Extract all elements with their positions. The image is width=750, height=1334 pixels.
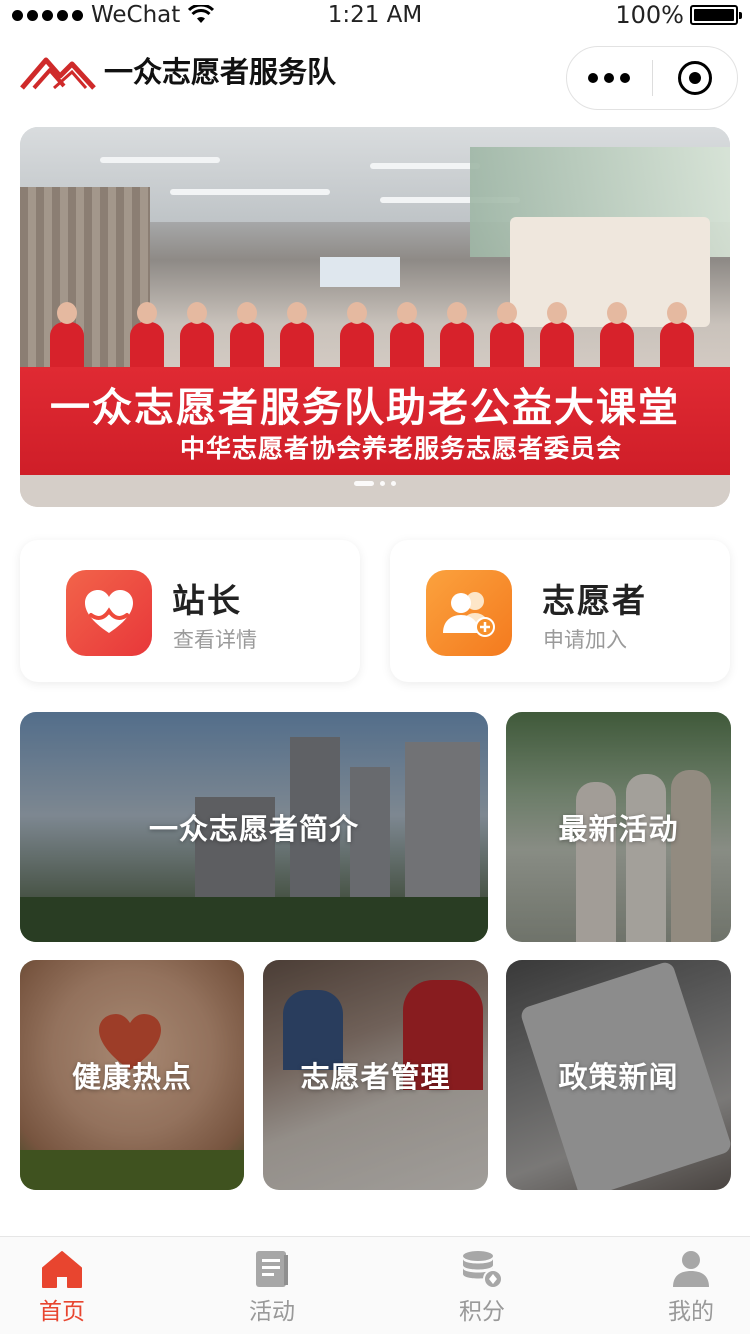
tab-home[interactable]: 首页 — [2, 1237, 122, 1334]
more-button[interactable] — [567, 47, 652, 109]
banner-headline: 一众志愿者服务队助老公益大课堂 — [50, 385, 680, 431]
banner-photo-screen — [320, 257, 400, 287]
management-tile[interactable]: 志愿者管理 — [263, 960, 488, 1190]
page-title: 一众志愿者服务队 — [104, 55, 337, 89]
health-tile-label: 健康热点 — [71, 1060, 192, 1094]
intro-tile-label: 一众志愿者简介 — [148, 812, 359, 846]
battery-icon — [690, 5, 742, 25]
health-tile[interactable]: 健康热点 — [20, 960, 244, 1190]
tab-bar: 首页 活动 积分 我的 — [0, 1236, 750, 1334]
tab-mine-label: 我的 — [668, 1299, 714, 1325]
home-page: WeChat 1:21 AM 100% 一众志愿者服务队 一众志愿者服务队助老公… — [0, 0, 750, 1334]
volunteer-card[interactable]: 志愿者 申请加入 — [390, 540, 730, 682]
tab-points[interactable]: 积分 — [422, 1237, 542, 1334]
tab-home-label: 首页 — [39, 1299, 85, 1325]
logo-icon — [20, 57, 96, 90]
tab-mine[interactable]: 我的 — [631, 1237, 750, 1334]
navigation-bar: 一众志愿者服务队 — [0, 40, 750, 112]
close-button[interactable] — [653, 47, 738, 109]
home-icon — [42, 1251, 82, 1288]
banner-carousel[interactable]: 一众志愿者服务队助老公益大课堂 中华志愿者协会养老服务志愿者委员会 — [20, 127, 730, 507]
banner-photo-volunteers — [40, 292, 720, 372]
stationmaster-subtitle: 查看详情 — [173, 628, 257, 652]
banner-red-banner: 一众志愿者服务队助老公益大课堂 中华志愿者协会养老服务志愿者委员会 — [20, 367, 730, 475]
banner-photo-floor — [20, 475, 730, 507]
stationmaster-card[interactable]: 站长 查看详情 — [20, 540, 360, 682]
document-icon — [256, 1251, 288, 1287]
status-bar: WeChat 1:21 AM 100% — [0, 0, 750, 30]
tab-activities-label: 活动 — [249, 1299, 295, 1325]
carousel-dot-1[interactable] — [354, 481, 374, 486]
battery-percent: 100% — [615, 1, 684, 29]
tab-points-label: 积分 — [459, 1299, 505, 1325]
carousel-indicator — [20, 481, 730, 486]
user-icon — [673, 1251, 709, 1287]
volunteer-subtitle: 申请加入 — [543, 628, 627, 652]
mini-program-capsule — [566, 46, 738, 110]
carousel-dot-3[interactable] — [391, 481, 396, 486]
management-tile-label: 志愿者管理 — [300, 1060, 451, 1094]
banner-subline: 中华志愿者协会养老服务志愿者委员会 — [180, 434, 623, 463]
activities-tile[interactable]: 最新活动 — [506, 712, 731, 942]
stationmaster-title: 站长 — [172, 581, 242, 620]
intro-tile[interactable]: 一众志愿者简介 — [20, 712, 488, 942]
heart-icon — [66, 570, 152, 656]
carousel-dot-2[interactable] — [380, 481, 385, 486]
target-icon — [677, 61, 712, 95]
news-tile-label: 政策新闻 — [558, 1060, 679, 1094]
tab-activities[interactable]: 活动 — [212, 1237, 332, 1334]
news-tile[interactable]: 政策新闻 — [506, 960, 731, 1190]
coins-icon — [463, 1251, 503, 1289]
users-add-icon — [426, 570, 512, 656]
activities-tile-label: 最新活动 — [558, 812, 679, 846]
volunteer-title: 志愿者 — [542, 581, 647, 620]
